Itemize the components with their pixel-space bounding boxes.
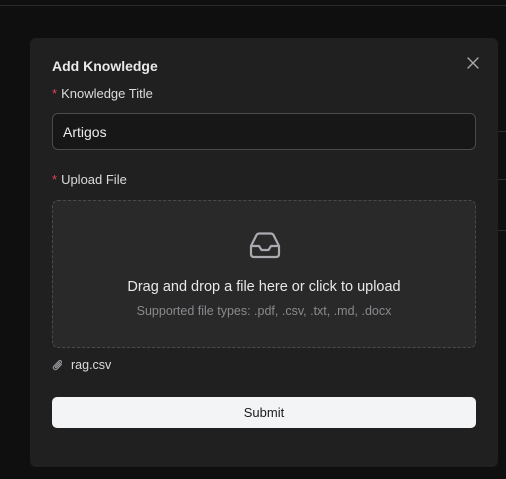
close-icon xyxy=(467,57,479,69)
required-mark: * xyxy=(52,172,58,187)
add-knowledge-modal: Add Knowledge *Knowledge Title *Upload F… xyxy=(30,38,498,467)
background-divider xyxy=(498,230,506,231)
background-divider xyxy=(498,179,506,180)
submit-button[interactable]: Submit xyxy=(52,397,476,428)
required-mark: * xyxy=(52,86,58,101)
knowledge-title-input[interactable] xyxy=(52,113,476,150)
dropzone-instruction: Drag and drop a file here or click to up… xyxy=(127,279,401,295)
knowledge-title-label-text: Knowledge Title xyxy=(61,86,153,101)
upload-file-label-text: Upload File xyxy=(61,172,127,187)
inbox-icon xyxy=(249,232,281,259)
paperclip-icon xyxy=(52,359,63,370)
file-dropzone[interactable]: Drag and drop a file here or click to up… xyxy=(52,200,476,348)
close-button[interactable] xyxy=(464,54,482,72)
upload-file-label: * Upload File xyxy=(52,172,127,187)
background-divider xyxy=(498,131,506,132)
knowledge-title-label: * Knowledge Title xyxy=(52,86,153,101)
supported-file-types: Supported file types: .pdf, .csv, .txt, … xyxy=(136,304,392,318)
attached-file[interactable]: rag.csv xyxy=(52,356,111,374)
attached-file-name: rag.csv xyxy=(71,358,112,372)
modal-title: Add Knowledge xyxy=(52,58,158,74)
top-divider xyxy=(0,5,506,6)
